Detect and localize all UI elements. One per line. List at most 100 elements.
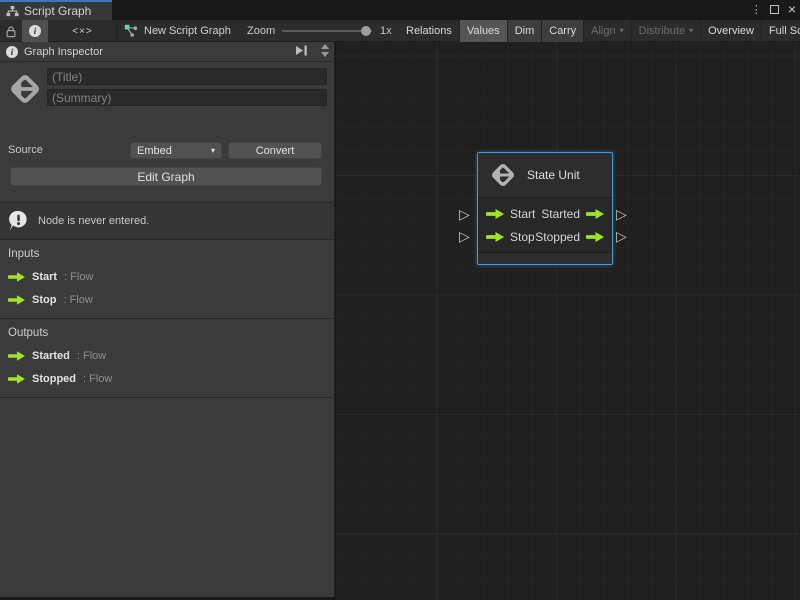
flow-arrow-icon xyxy=(8,272,25,282)
code-view-button[interactable]: <×> xyxy=(48,20,118,42)
lock-icon xyxy=(5,25,17,38)
port-row: Stop : Flow xyxy=(0,294,334,306)
port-row: Stopped : Flow xyxy=(0,373,334,385)
input-port-stop[interactable]: Stop xyxy=(486,230,535,244)
graph-canvas[interactable]: ▷ ▷ ▷ ▷ State Unit xyxy=(336,42,800,600)
new-graph-label: New Script Graph xyxy=(144,25,231,37)
warning-bubble-icon xyxy=(8,210,29,232)
inputs-header: Inputs xyxy=(8,248,334,260)
port-type: : Flow xyxy=(63,294,92,306)
inspector-toggle-button[interactable]: i xyxy=(22,20,48,42)
inspector-header: i Graph Inspector xyxy=(0,42,334,62)
convert-button[interactable]: Convert xyxy=(228,142,322,159)
graph-hierarchy-icon xyxy=(6,5,19,18)
window-menu-icon[interactable]: ⋮ xyxy=(751,3,761,16)
tab-label: Script Graph xyxy=(24,4,91,18)
flow-arrow-icon xyxy=(8,351,25,361)
graph-title-input[interactable] xyxy=(47,68,327,85)
edit-graph-label: Edit Graph xyxy=(137,170,194,184)
edit-graph-button[interactable]: Edit Graph xyxy=(10,167,322,186)
toolbar-button-carry[interactable]: Carry xyxy=(541,20,583,42)
convert-label: Convert xyxy=(256,145,295,157)
source-dropdown[interactable]: Embed ▾ xyxy=(130,142,222,159)
node-port-row: Stop Stopped xyxy=(486,226,604,248)
lock-button[interactable] xyxy=(0,20,22,42)
port-type: : Flow xyxy=(83,373,112,385)
chevron-down-icon: ▾ xyxy=(211,147,215,155)
inputs-section: Inputs Start : Flow Stop : Flow xyxy=(0,240,334,319)
toolbar-button-values[interactable]: Values xyxy=(459,20,507,42)
code-icon: <×> xyxy=(72,26,93,37)
maximize-icon[interactable] xyxy=(770,5,779,14)
output-port-stopped[interactable]: Stopped xyxy=(535,230,604,244)
button-label: Dim xyxy=(515,25,535,37)
source-row: Source Embed ▾ Convert xyxy=(0,142,334,159)
scroll-up-icon[interactable] xyxy=(321,44,329,49)
port-name: Stop xyxy=(32,294,56,306)
flow-arrow-icon xyxy=(8,374,25,384)
zoom-slider[interactable] xyxy=(282,30,372,32)
source-dropdown-value: Embed xyxy=(137,145,172,157)
graph-inspector-panel: i Graph Inspector Source xyxy=(0,42,335,597)
toolbar-button-relations[interactable]: Relations xyxy=(399,20,459,42)
node-footer xyxy=(478,252,612,264)
flow-arrow-icon xyxy=(486,209,504,219)
window-controls: ⋮ × xyxy=(751,0,796,18)
toolbar-button-overview[interactable]: Overview xyxy=(700,20,761,42)
tab-script-graph[interactable]: Script Graph xyxy=(0,0,112,20)
button-label: Align xyxy=(591,25,615,37)
graph-summary-input[interactable] xyxy=(47,89,327,106)
node-port-row: Start Started xyxy=(486,203,604,225)
port-name: Started xyxy=(32,350,70,362)
state-unit-node[interactable]: State Unit Start Started xyxy=(477,152,613,265)
flow-arrow-icon xyxy=(486,232,504,242)
toolbar-button-dim[interactable]: Dim xyxy=(507,20,542,42)
source-label: Source xyxy=(8,144,43,156)
state-unit-icon xyxy=(6,70,44,108)
button-label: Carry xyxy=(549,25,576,37)
state-transition-handle[interactable]: ▷ xyxy=(459,207,470,221)
script-graph-window: Script Graph ⋮ × i <×> xyxy=(0,0,800,600)
graph-toolbar: i <×> New Script Graph Zoom 1x Relations… xyxy=(0,20,800,42)
toolbar-button-full-screen[interactable]: Full Screen xyxy=(761,20,800,42)
port-name: Stopped xyxy=(32,373,76,385)
port-label: Start xyxy=(510,207,535,221)
state-transition-handle[interactable]: ▷ xyxy=(616,207,627,221)
input-port-start[interactable]: Start xyxy=(486,207,535,221)
node-title: State Unit xyxy=(527,168,580,182)
chevron-down-icon: ▾ xyxy=(620,27,624,35)
button-label: Distribute xyxy=(639,25,685,37)
close-icon[interactable]: × xyxy=(788,4,796,14)
port-name: Start xyxy=(32,271,57,283)
info-icon: i xyxy=(6,46,18,58)
zoom-slider-handle[interactable] xyxy=(361,26,371,36)
port-type: : Flow xyxy=(77,350,106,362)
port-row: Started : Flow xyxy=(0,350,334,362)
toolbar-toggle-group: Relations Values Dim Carry Align ▾ Distr… xyxy=(399,20,800,42)
port-row: Start : Flow xyxy=(0,271,334,283)
scroll-down-icon[interactable] xyxy=(321,52,329,57)
outputs-header: Outputs xyxy=(8,327,334,339)
port-label: Started xyxy=(541,207,580,221)
node-header[interactable]: State Unit xyxy=(478,153,612,198)
tab-bar: Script Graph ⋮ × xyxy=(0,0,800,20)
toolbar-button-distribute[interactable]: Distribute ▾ xyxy=(631,20,700,42)
dock-panel-icon[interactable] xyxy=(295,45,308,56)
flow-arrow-icon xyxy=(586,232,604,242)
panel-scroll-spinner[interactable] xyxy=(321,44,329,57)
output-port-started[interactable]: Started xyxy=(541,207,604,221)
flow-arrow-icon xyxy=(586,209,604,219)
new-script-graph-button[interactable]: New Script Graph xyxy=(120,20,242,42)
button-label: Full Screen xyxy=(769,25,800,37)
flow-arrow-icon xyxy=(8,295,25,305)
button-label: Values xyxy=(467,25,500,37)
button-label: Relations xyxy=(406,25,452,37)
state-unit-icon xyxy=(488,160,518,190)
toolbar-button-align[interactable]: Align ▾ xyxy=(583,20,630,42)
graph-title-block xyxy=(0,62,334,126)
state-transition-handle[interactable]: ▷ xyxy=(616,229,627,243)
zoom-label: Zoom xyxy=(247,20,275,42)
inspector-title: Graph Inspector xyxy=(24,46,103,58)
node-port-area: Start Started xyxy=(478,198,612,252)
state-transition-handle[interactable]: ▷ xyxy=(459,229,470,243)
